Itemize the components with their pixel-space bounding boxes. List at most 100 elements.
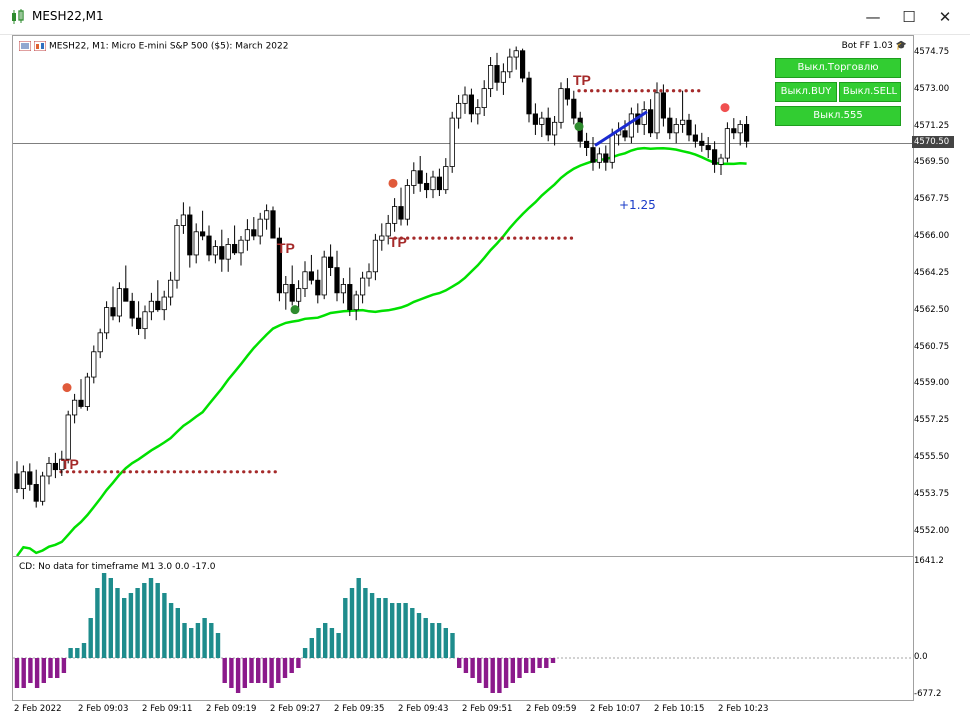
- price-axis-label: 4562.50: [914, 304, 950, 315]
- candle-body: [225, 244, 231, 260]
- histogram-bar: [28, 658, 33, 683]
- histogram-bar: [209, 623, 214, 658]
- candle-body: [712, 149, 718, 165]
- histogram-bar: [215, 633, 221, 658]
- candle-body: [667, 117, 673, 134]
- indicator-canvas[interactable]: [13, 557, 913, 700]
- candle-body: [705, 145, 711, 151]
- bot-label: Bot FF 1.03 🎓: [842, 41, 907, 51]
- candle-body: [65, 414, 71, 460]
- price-axis-label: 4571.25: [914, 120, 950, 131]
- candle-body: [379, 235, 385, 241]
- histogram-bar: [544, 658, 549, 668]
- histogram-bar: [349, 588, 355, 658]
- candle-body: [462, 94, 468, 104]
- histogram-bar: [61, 658, 67, 673]
- candle-body: [603, 153, 609, 163]
- candle-body: [564, 88, 571, 100]
- window-title: MESH22,M1: [32, 9, 104, 23]
- candle-body: [660, 92, 667, 119]
- candle-body: [404, 185, 411, 220]
- candle-body: [148, 300, 154, 313]
- candle-body: [507, 56, 513, 73]
- candle-body: [78, 399, 84, 407]
- price-axis-label: 4569.50: [914, 157, 950, 168]
- histogram-bar: [436, 623, 442, 658]
- off-555-button[interactable]: Выкл.555: [775, 106, 901, 126]
- histogram-bar: [356, 578, 361, 658]
- histogram-bar: [416, 613, 422, 658]
- minimize-button[interactable]: —: [858, 4, 888, 30]
- candle-body: [52, 462, 59, 471]
- candle-body: [686, 119, 692, 136]
- candle-body: [219, 246, 225, 260]
- menu-icon[interactable]: [18, 40, 32, 52]
- trade-marker: [574, 122, 584, 132]
- histogram-bar: [363, 588, 368, 658]
- candle-body: [436, 176, 443, 191]
- chart-symbol-description: MESH22, M1: Micro E-mini S&P 500 ($5): M…: [49, 41, 289, 52]
- candle-body: [680, 119, 686, 125]
- histogram-bar: [309, 638, 314, 658]
- candle-body: [699, 140, 705, 146]
- close-button[interactable]: ✕: [930, 4, 960, 30]
- histogram-bar: [369, 593, 375, 658]
- candle-body: [129, 300, 135, 319]
- candle-body: [411, 170, 417, 186]
- histogram-bar: [115, 588, 120, 658]
- histogram-bar: [316, 628, 321, 658]
- buy-off-button[interactable]: Выкл.BUY: [775, 82, 837, 102]
- histogram-bar: [101, 573, 107, 658]
- histogram-bar: [490, 658, 495, 693]
- candle-body: [238, 239, 244, 254]
- candle-body: [289, 284, 295, 302]
- candle-body: [97, 332, 103, 353]
- candle-body: [187, 214, 193, 256]
- histogram-bar: [302, 648, 308, 658]
- histogram-bar: [396, 603, 402, 658]
- candle-body: [110, 307, 116, 317]
- profit-label: +1.25: [619, 198, 656, 212]
- histogram-bar: [88, 618, 93, 658]
- indicator-axis-top: 1641.2: [914, 556, 944, 566]
- window-titlebar: MESH22,M1 — ☐ ✕: [0, 0, 970, 35]
- current-price-tag: 4570.50: [912, 136, 954, 148]
- histogram-bar: [202, 618, 207, 658]
- histogram-bar: [296, 658, 301, 668]
- time-axis-label: 2 Feb 09:59: [526, 704, 577, 714]
- histogram-bar: [135, 588, 140, 658]
- candle-body: [532, 113, 539, 125]
- histogram-bar: [510, 658, 515, 683]
- candle-body: [673, 124, 679, 134]
- histogram-bar: [376, 598, 381, 658]
- time-axis-label: 2 Feb 09:27: [270, 704, 321, 714]
- maximize-button[interactable]: ☐: [894, 4, 924, 30]
- candle-body: [347, 284, 353, 311]
- candle-body: [513, 50, 519, 58]
- candle-body: [449, 117, 455, 167]
- properties-icon[interactable]: [33, 40, 47, 52]
- candle-body: [552, 121, 558, 136]
- indicator-axis-zero: 0.0: [914, 652, 928, 662]
- candle-body: [353, 294, 359, 311]
- trade-off-button[interactable]: Выкл.Торговлю: [775, 58, 901, 78]
- price-axis-label: 4559.00: [914, 378, 950, 389]
- candle-body: [519, 50, 526, 79]
- price-chart-area[interactable]: MESH22, M1: Micro E-mini S&P 500 ($5): M…: [12, 35, 914, 557]
- histogram-bar: [235, 658, 241, 693]
- time-axis-label: 2 Feb 10:07: [590, 704, 641, 714]
- candle-body: [526, 77, 532, 115]
- histogram-bar: [517, 658, 522, 678]
- candle-body: [315, 279, 321, 296]
- price-axis-label: 4573.00: [914, 83, 950, 94]
- candlestick-chart-icon: [12, 9, 24, 24]
- histogram-bar: [21, 658, 26, 688]
- histogram-bar: [450, 633, 455, 658]
- histogram-bar: [55, 658, 60, 678]
- candle-body: [257, 218, 263, 237]
- price-axis-label: 4557.25: [914, 415, 950, 426]
- indicator-area[interactable]: CD: No data for timeframe M1 3.0 0.0 -17…: [12, 556, 914, 701]
- candle-body: [46, 462, 52, 477]
- sell-off-button[interactable]: Выкл.SELL: [839, 82, 901, 102]
- candle-body: [251, 229, 257, 237]
